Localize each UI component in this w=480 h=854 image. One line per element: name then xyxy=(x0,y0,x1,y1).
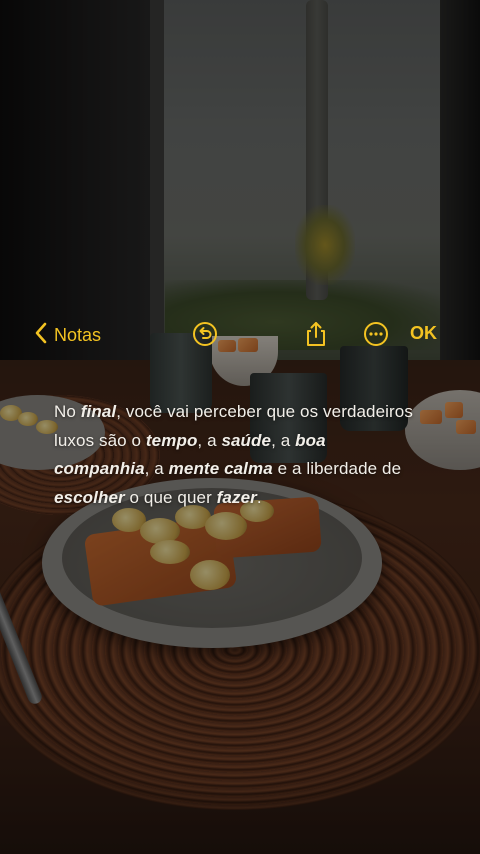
chevron-left-icon xyxy=(34,322,48,349)
back-label: Notas xyxy=(54,325,102,345)
emphasized-text: escolher xyxy=(54,487,125,507)
emphasized-text: saúde xyxy=(221,430,272,450)
note-text-run: o que quer xyxy=(124,487,217,507)
note-text-run: . xyxy=(256,487,262,507)
more-icon xyxy=(362,322,390,352)
done-button[interactable]: OK xyxy=(410,323,437,344)
share-button[interactable] xyxy=(302,320,330,348)
note-text-run: , a xyxy=(144,459,169,479)
undo-button[interactable] xyxy=(191,320,219,348)
emphasized-text: mente calma xyxy=(168,459,273,479)
more-button[interactable] xyxy=(362,320,390,348)
share-icon xyxy=(302,322,330,352)
back-button[interactable]: Notas xyxy=(34,322,101,349)
note-text-run: , a xyxy=(197,430,222,450)
undo-icon xyxy=(191,322,219,352)
note-text-run: e a liberdade de xyxy=(272,459,402,479)
emphasized-text: fazer xyxy=(216,487,257,507)
note-body[interactable]: No final, você vai perceber que os verda… xyxy=(54,398,414,512)
emphasized-text: tempo xyxy=(145,430,198,450)
note-text-run: , a xyxy=(271,430,296,450)
emphasized-text: final xyxy=(80,402,117,421)
notes-toolbar: Notas OK xyxy=(0,314,480,354)
note-text-run: No xyxy=(54,402,81,421)
